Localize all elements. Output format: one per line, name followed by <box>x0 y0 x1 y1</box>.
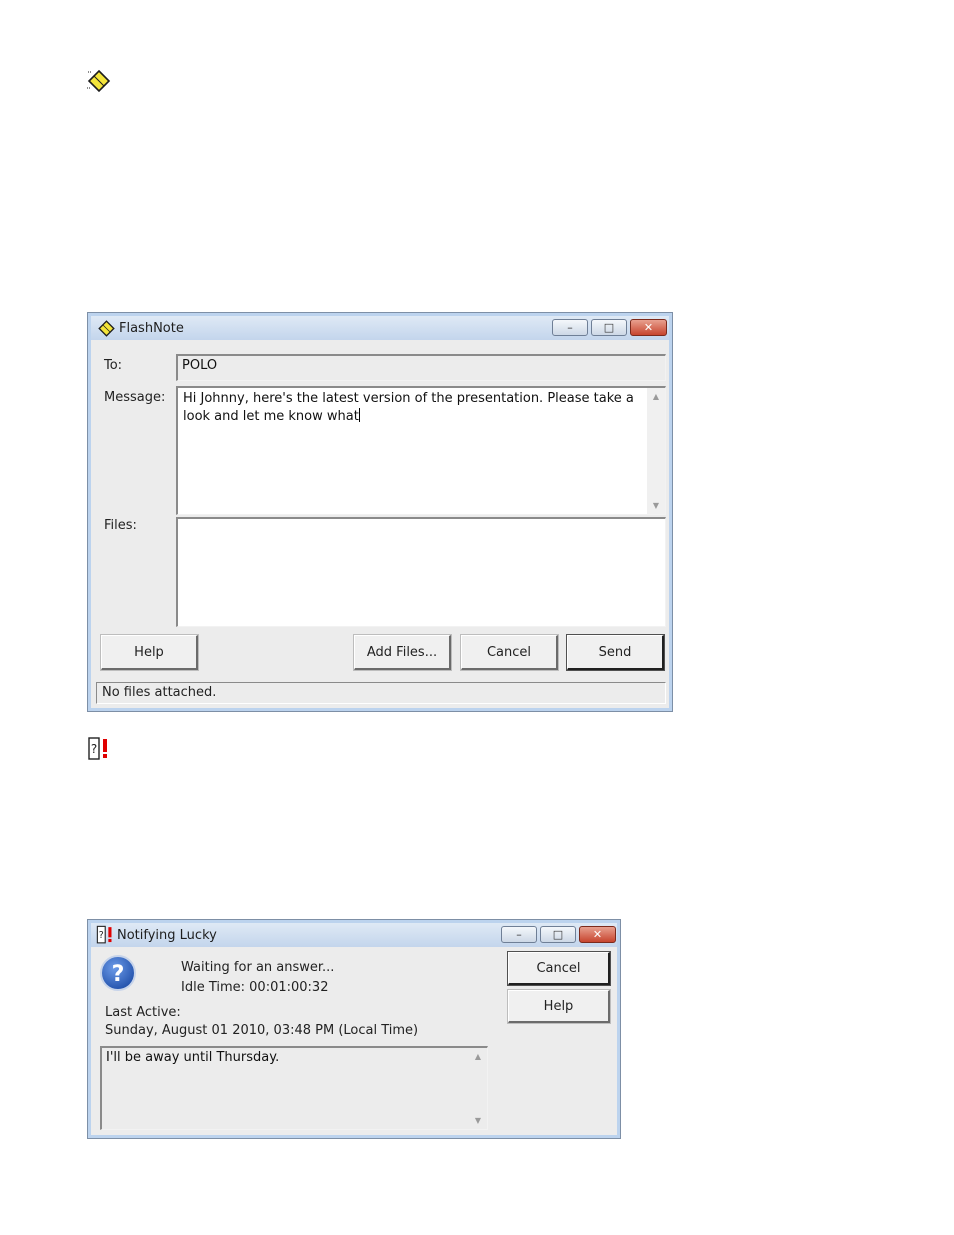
send-button[interactable]: Send <box>566 634 665 671</box>
minimize-button[interactable]: – <box>552 319 588 336</box>
flashnote-window: FlashNote – □ ✕ To: POLO Message: Hi Joh… <box>87 312 673 712</box>
svg-text:?: ? <box>99 930 104 941</box>
files-list[interactable] <box>176 517 666 627</box>
add-files-button[interactable]: Add Files... <box>353 634 452 671</box>
help-button[interactable]: Help <box>507 989 611 1024</box>
notify-titlebar[interactable]: ? Notifying Lucky – □ ✕ <box>91 923 617 947</box>
to-label: To: <box>104 358 123 373</box>
svg-text:?: ? <box>112 962 125 987</box>
scroll-down-arrow-icon[interactable]: ▼ <box>653 501 659 510</box>
maximize-button[interactable]: □ <box>591 319 627 336</box>
flashnote-titlebar[interactable]: FlashNote – □ ✕ <box>91 316 669 340</box>
message-textarea[interactable]: Hi Johnny, here's the latest version of … <box>176 386 666 515</box>
flashnote-client: To: POLO Message: Hi Johnny, here's the … <box>92 340 668 707</box>
files-label: Files: <box>104 518 137 533</box>
notify-exclamation-icon: ? <box>86 735 114 763</box>
away-message-box[interactable]: I'll be away until Thursday. ▲ ▼ <box>100 1046 488 1130</box>
to-value: POLO <box>182 358 218 373</box>
to-field[interactable]: POLO <box>176 354 666 381</box>
minimize-button[interactable]: – <box>501 926 537 943</box>
notify-window: ? Notifying Lucky – □ ✕ ? Waiting for an… <box>87 919 621 1139</box>
idle-time-text: Idle Time: 00:01:00:32 <box>181 980 329 995</box>
message-text: Hi Johnny, here's the latest version of … <box>183 391 634 424</box>
maximize-button[interactable]: □ <box>540 926 576 943</box>
svg-text:?: ? <box>91 742 97 756</box>
last-active-value: Sunday, August 01 2010, 03:48 PM (Local … <box>105 1023 419 1038</box>
waiting-text: Waiting for an answer... <box>181 960 335 975</box>
away-message-scrollbar[interactable]: ▲ ▼ <box>469 1048 487 1129</box>
cancel-button[interactable]: Cancel <box>507 951 611 986</box>
cancel-button[interactable]: Cancel <box>460 634 559 671</box>
notify-client: ? Waiting for an answer... Idle Time: 00… <box>92 947 616 1134</box>
scroll-down-arrow-icon[interactable]: ▼ <box>475 1116 481 1125</box>
message-label: Message: <box>104 390 166 405</box>
flashnote-title-icon <box>97 319 116 342</box>
close-button[interactable]: ✕ <box>630 319 667 336</box>
text-caret <box>358 408 360 422</box>
away-message-text: I'll be away until Thursday. <box>106 1050 280 1065</box>
message-scrollbar[interactable]: ▲ ▼ <box>647 388 665 514</box>
scroll-up-arrow-icon[interactable]: ▲ <box>653 392 659 401</box>
scroll-up-arrow-icon[interactable]: ▲ <box>475 1052 481 1061</box>
flashnote-diamond-icon <box>86 68 112 94</box>
question-icon: ? <box>99 954 137 992</box>
close-button[interactable]: ✕ <box>579 926 616 943</box>
window-title: Notifying Lucky <box>117 928 217 943</box>
status-bar: No files attached. <box>96 682 666 704</box>
window-title: FlashNote <box>119 321 184 336</box>
last-active-label: Last Active: <box>105 1005 181 1020</box>
help-button[interactable]: Help <box>100 634 199 671</box>
